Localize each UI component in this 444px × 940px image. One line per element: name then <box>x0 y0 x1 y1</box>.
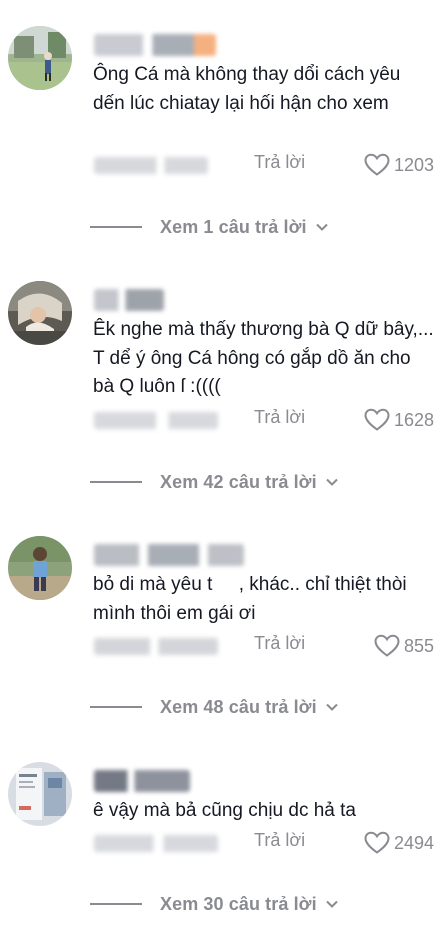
divider-line <box>90 481 142 483</box>
divider-line <box>90 903 142 905</box>
username-redacted[interactable] <box>94 544 244 566</box>
avatar[interactable] <box>8 281 72 345</box>
comment-meta: Trả lời 2494 <box>0 829 444 857</box>
avatar[interactable] <box>8 26 72 90</box>
comment-text: Ông Cá mà không thay dổi cách yêu dến lú… <box>93 64 406 114</box>
view-replies-button[interactable]: Xem 48 câu trả lời <box>90 692 339 722</box>
like-count: 1203 <box>393 154 434 175</box>
view-replies-button[interactable]: Xem 42 câu trả lời <box>90 467 339 497</box>
view-replies-label: Xem 42 câu trả lời <box>160 471 317 492</box>
heart-outline-icon <box>364 408 390 431</box>
heart-outline-icon <box>364 831 390 854</box>
reply-button[interactable]: Trả lời <box>254 830 305 851</box>
chevron-down-icon <box>315 223 328 231</box>
chevron-down-icon <box>325 478 338 486</box>
timestamp-redacted <box>94 638 218 655</box>
avatar[interactable] <box>8 536 72 600</box>
chevron-down-icon <box>325 900 338 908</box>
divider-line <box>90 706 142 708</box>
avatar[interactable] <box>8 762 72 826</box>
username-redacted[interactable] <box>94 770 190 792</box>
like-button[interactable]: 1203 <box>364 151 434 179</box>
reply-button[interactable]: Trả lời <box>254 407 305 428</box>
timestamp-redacted <box>94 157 208 174</box>
heart-outline-icon <box>364 153 390 176</box>
username-redacted[interactable] <box>94 289 164 311</box>
chevron-down-icon <box>325 703 338 711</box>
view-replies-label: Xem 48 câu trả lời <box>160 696 317 717</box>
like-button[interactable]: 855 <box>374 632 434 660</box>
view-replies-label: Xem 1 câu trả lời <box>160 216 307 237</box>
view-replies-button[interactable]: Xem 30 câu trả lời <box>90 889 339 919</box>
comment-text: bỏ di mà yêu t , khác.. chỉ thiệt thòi m… <box>93 574 412 624</box>
timestamp-redacted <box>94 412 218 429</box>
like-button[interactable]: 1628 <box>364 406 434 434</box>
view-replies-label: Xem 30 câu trả lời <box>160 893 317 914</box>
comment-meta: Trả lời 1628 <box>0 406 444 434</box>
username-redacted[interactable] <box>94 34 216 56</box>
like-button[interactable]: 2494 <box>364 829 434 857</box>
comment-text: Êk nghe mà thấy thương bà Q dữ bây,... T… <box>93 319 439 397</box>
like-count: 1628 <box>393 409 434 430</box>
like-count: 2494 <box>393 832 434 853</box>
divider-line <box>90 226 142 228</box>
reply-button[interactable]: Trả lời <box>254 152 305 173</box>
timestamp-redacted <box>94 835 218 852</box>
like-count: 855 <box>403 635 434 656</box>
view-replies-button[interactable]: Xem 1 câu trả lời <box>90 212 329 242</box>
comment-meta: Trả lời 1203 <box>0 151 444 179</box>
comment-meta: Trả lời 855 <box>0 632 444 660</box>
reply-button[interactable]: Trả lời <box>254 633 305 654</box>
heart-outline-icon <box>374 634 400 657</box>
comment-text: ê vậy mà bả cũng chịu dc hả ta <box>93 800 356 821</box>
